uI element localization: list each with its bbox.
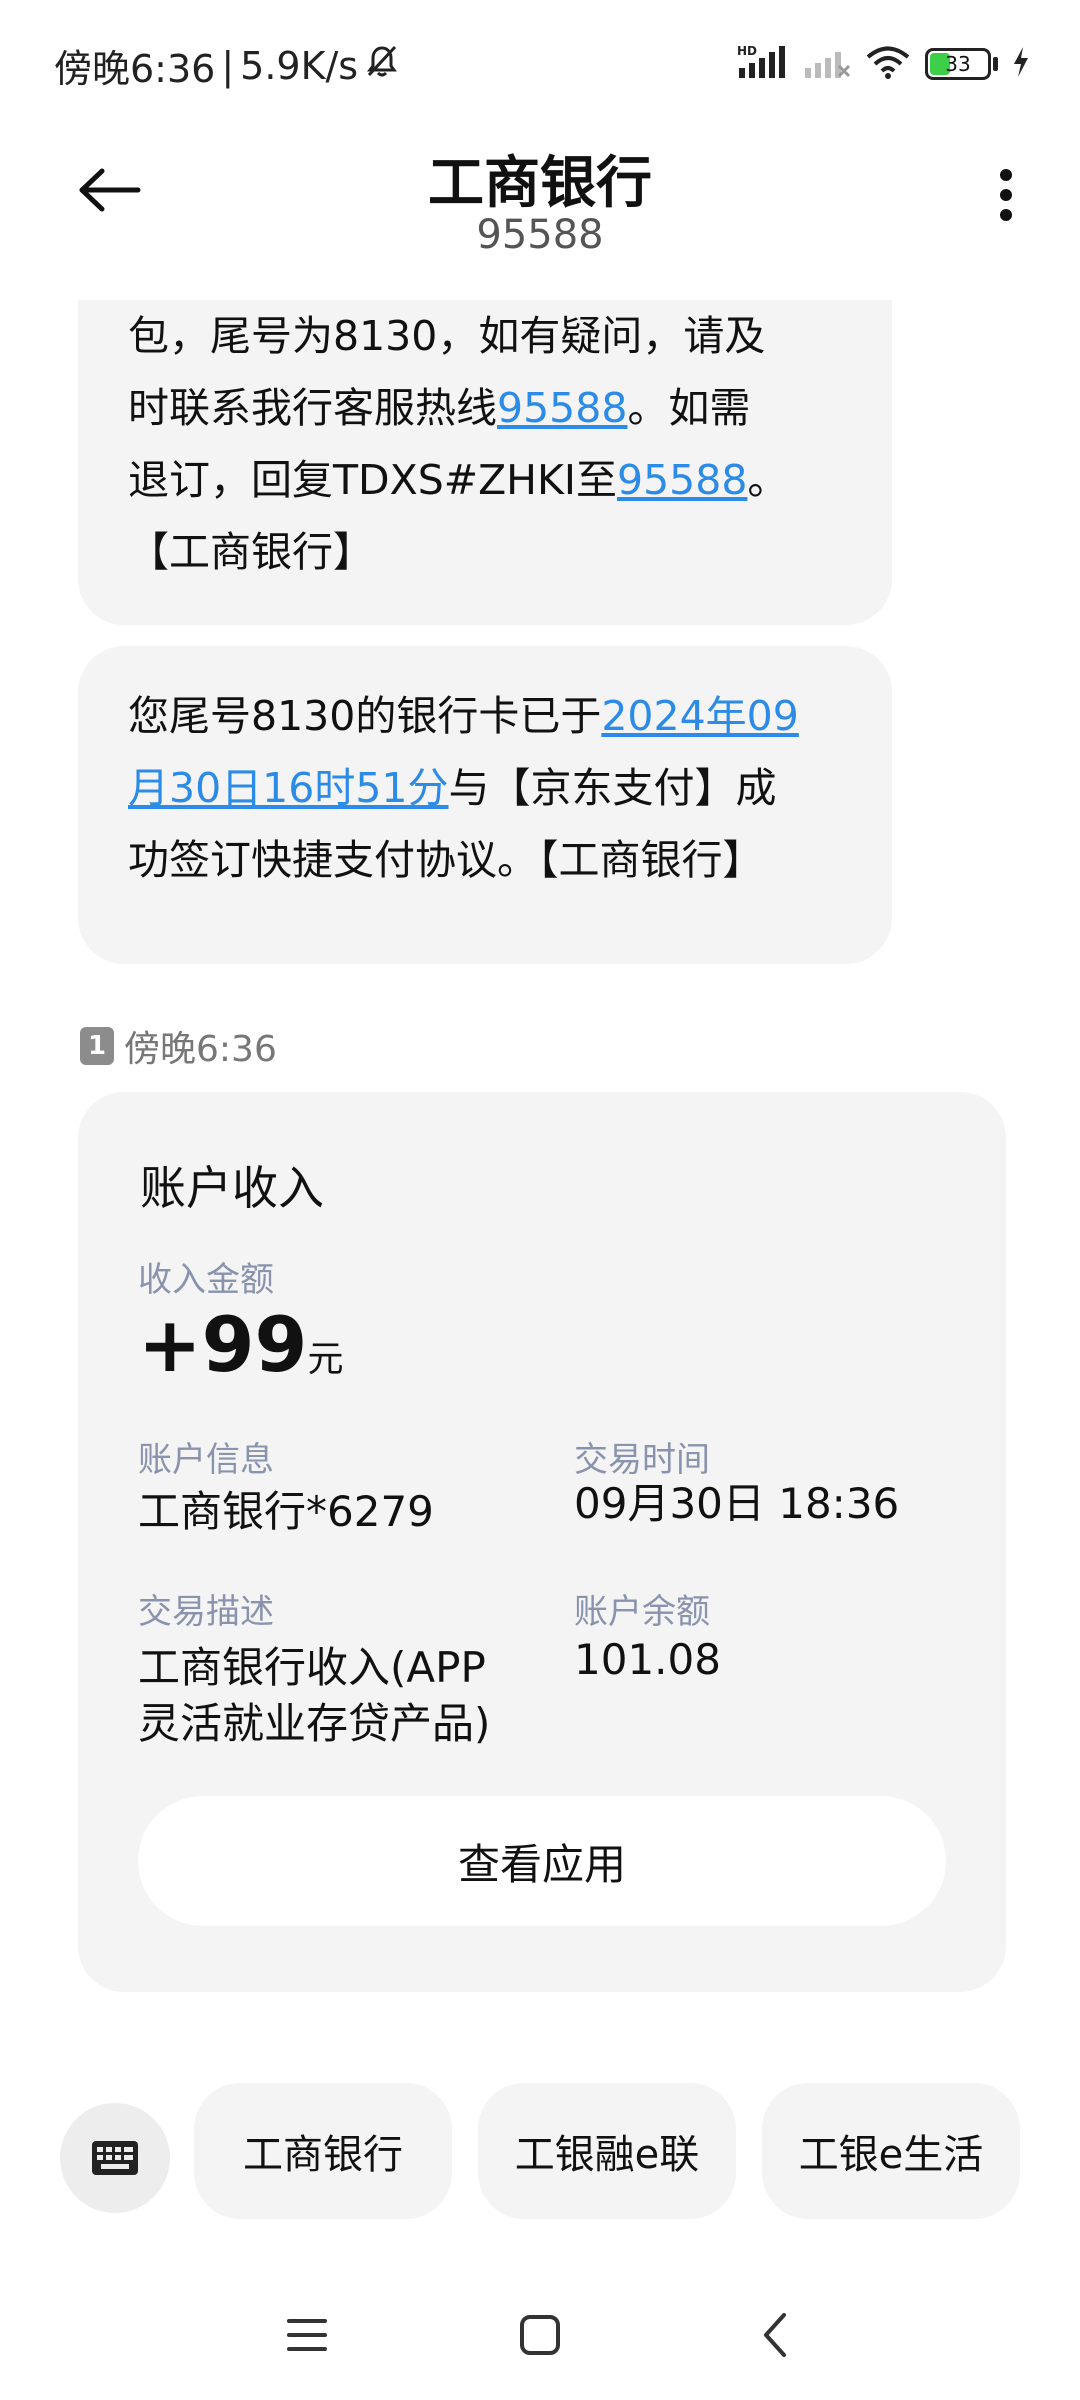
- desc-line: 灵活就业存贷产品): [138, 1699, 491, 1748]
- message-line: 您尾号8130的银行卡已于2024年09: [128, 680, 842, 752]
- charging-icon: [1012, 46, 1030, 82]
- wifi-icon: [865, 44, 911, 84]
- message-text: 退订，回复TDXS#ZHKI至: [128, 456, 617, 504]
- card-title: 账户收入: [140, 1161, 324, 1215]
- message-text: 。如需: [627, 384, 751, 432]
- transaction-time-label: 交易时间: [574, 1440, 710, 1480]
- status-time: 傍晚6:36: [54, 47, 216, 91]
- battery-level: 33: [945, 52, 971, 76]
- message-text: 。: [747, 456, 789, 504]
- message-line: 退订，回复TDXS#ZHKI至95588。: [128, 444, 842, 516]
- date-link[interactable]: 2024年09: [601, 692, 799, 740]
- amount-number: +99: [138, 1300, 308, 1389]
- phone-link[interactable]: 95588: [617, 456, 747, 504]
- amount-unit: 元: [307, 1339, 344, 1380]
- transaction-time-value: 09月30日 18:36: [574, 1479, 900, 1528]
- menu-icon: [287, 2319, 327, 2351]
- battery-icon: 33: [925, 48, 991, 80]
- signal-weak-icon: [803, 44, 851, 84]
- sender-number: 95588: [476, 212, 604, 258]
- square-icon: [520, 2315, 560, 2355]
- account-info-label: 账户信息: [138, 1440, 274, 1480]
- transaction-desc-value: 工商银行收入(APP 灵活就业存贷产品): [138, 1640, 490, 1752]
- message-text: 时联系我行客服热线: [128, 384, 497, 432]
- message-text: 您尾号8130的银行卡已于: [128, 692, 602, 740]
- recent-apps-button[interactable]: [262, 2290, 352, 2380]
- more-vertical-icon: [1000, 169, 1012, 221]
- message-line: 包，尾号为8130，如有疑问，请及: [128, 312, 766, 360]
- message-line: 月30日16时51分与【京东支付】成: [128, 752, 842, 824]
- keyboard-toggle-button[interactable]: [60, 2103, 170, 2213]
- account-income-card[interactable]: 账户收入 收入金额 +99元 账户信息 工商银行*6279 交易时间 09月30…: [78, 1092, 1006, 1992]
- menu-chip-elife[interactable]: 工银e生活: [762, 2083, 1020, 2219]
- message-line: 功签订快捷支付协议。【工商银行】: [128, 836, 764, 884]
- desc-line: 工商银行收入(APP: [138, 1643, 486, 1692]
- signal-icon: HD: [737, 44, 789, 84]
- status-separator: |: [221, 43, 235, 88]
- message-timestamp: 1 傍晚6:36: [80, 1020, 277, 1072]
- timestamp-text: 傍晚6:36: [124, 1029, 277, 1070]
- balance-value: 101.08: [574, 1635, 721, 1684]
- chevron-left-icon: [764, 2313, 786, 2357]
- amount-value: +99元: [138, 1300, 343, 1389]
- message-bubble[interactable]: 您尾号8130的银行卡已于2024年09 月30日16时51分与【京东支付】成 …: [78, 646, 892, 964]
- status-right: HD 33: [737, 44, 1030, 84]
- battery-tip: [993, 57, 998, 71]
- status-net-speed: 5.9K/s: [240, 43, 359, 88]
- message-line: 时联系我行客服热线95588。如需: [128, 372, 842, 444]
- home-button[interactable]: [495, 2290, 585, 2380]
- message-bubble[interactable]: 包，尾号为8130，如有疑问，请及 时联系我行客服热线95588。如需 退订，回…: [78, 300, 892, 625]
- page-title: 工商银行: [428, 151, 652, 216]
- phone-link[interactable]: 95588: [497, 384, 627, 432]
- account-info-value: 工商银行*6279: [138, 1487, 434, 1536]
- amount-label: 收入金额: [138, 1260, 274, 1300]
- transaction-desc-label: 交易描述: [138, 1592, 274, 1632]
- conversation-header: 工商银行 95588: [0, 130, 1080, 300]
- keyboard-icon: [92, 2141, 138, 2175]
- bell-off-icon: [364, 43, 400, 88]
- status-bar: 傍晚6:36 | 5.9K/s HD 33: [0, 0, 1080, 130]
- more-options-button[interactable]: [976, 150, 1036, 240]
- sim-card-icon: 1: [80, 1027, 114, 1065]
- menu-chip-icbc[interactable]: 工商银行: [194, 2083, 452, 2219]
- balance-label: 账户余额: [574, 1592, 710, 1632]
- menu-chip-rongelian[interactable]: 工银融e联: [478, 2083, 736, 2219]
- message-line: 【工商银行】: [128, 528, 374, 576]
- status-left: 傍晚6:36 | 5.9K/s: [54, 38, 400, 93]
- message-text: 与【京东支付】成: [448, 764, 777, 812]
- system-back-button[interactable]: [730, 2290, 820, 2380]
- svg-text:HD: HD: [737, 44, 757, 58]
- date-link[interactable]: 月30日16时51分: [128, 764, 449, 812]
- system-nav-bar: [0, 2290, 1080, 2380]
- view-app-button[interactable]: 查看应用: [138, 1796, 946, 1926]
